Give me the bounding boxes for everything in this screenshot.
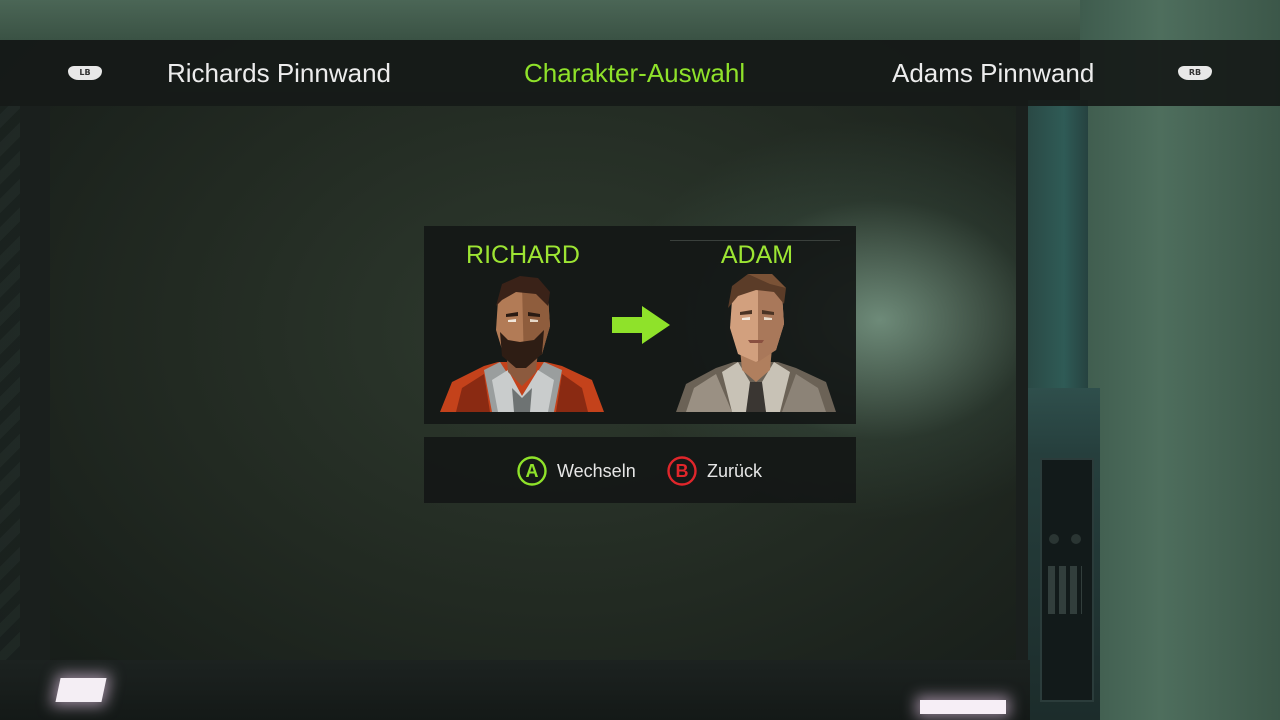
tab-charakter-auswahl[interactable]: Charakter-Auswahl xyxy=(524,56,745,90)
back-prompt-label[interactable]: Zurück xyxy=(707,458,762,484)
pinboard-base xyxy=(0,660,1030,720)
richard-portrait xyxy=(440,276,604,412)
locker-keypad xyxy=(1048,566,1082,614)
switch-prompt-label[interactable]: Wechseln xyxy=(557,458,636,484)
floor-light xyxy=(920,700,1006,714)
floor-light xyxy=(55,678,107,702)
lb-bumper-icon[interactable]: LB xyxy=(68,66,102,80)
arrow-right-icon xyxy=(612,306,670,344)
svg-text:B: B xyxy=(676,461,689,481)
locker-knob xyxy=(1049,534,1059,544)
room-wall xyxy=(1080,0,1280,720)
b-button-icon[interactable]: B xyxy=(667,456,697,486)
adam-portrait xyxy=(676,274,836,412)
character-name-to: ADAM xyxy=(720,241,794,269)
tab-richards-pinnwand[interactable]: Richards Pinnwand xyxy=(167,56,391,90)
rb-bumper-icon[interactable]: RB xyxy=(1178,66,1212,80)
locker-knob xyxy=(1071,534,1081,544)
a-button-icon[interactable]: A xyxy=(517,456,547,486)
svg-text:A: A xyxy=(526,461,539,481)
button-prompt-bar xyxy=(424,437,856,503)
wall-pillar xyxy=(1028,100,1088,400)
tab-adams-pinnwand[interactable]: Adams Pinnwand xyxy=(892,56,1094,90)
character-name-from: RICHARD xyxy=(466,241,580,269)
